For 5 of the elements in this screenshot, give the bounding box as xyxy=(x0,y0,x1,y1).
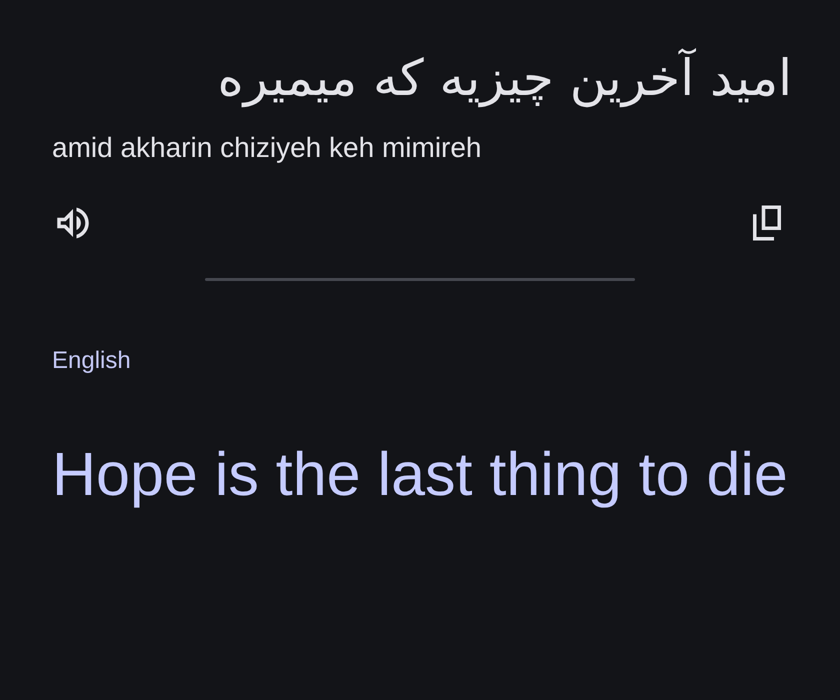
source-text: امید آخرین چیزیه که میمیره xyxy=(216,47,792,110)
translation-text: Hope is the last thing to die xyxy=(52,439,788,510)
target-language: English xyxy=(52,346,132,376)
transliteration: amid akharin chiziyeh keh mimireh xyxy=(52,131,483,165)
drag-handle[interactable] xyxy=(205,278,635,281)
